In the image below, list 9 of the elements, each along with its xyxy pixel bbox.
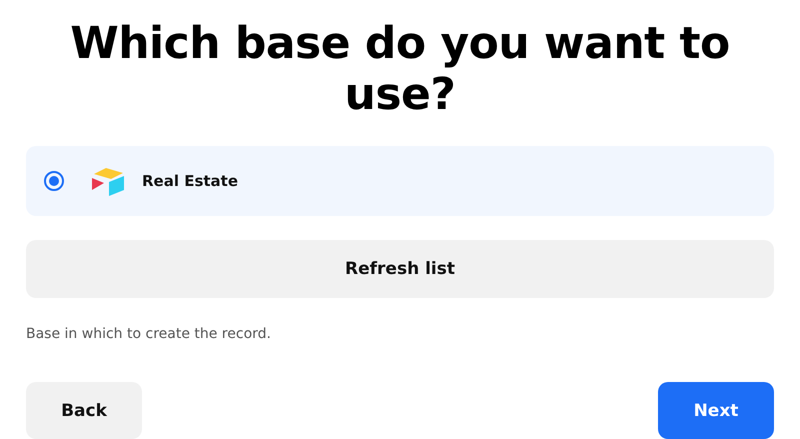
refresh-list-button[interactable]: Refresh list	[26, 240, 774, 298]
cube-logo-icon	[90, 166, 126, 196]
help-text: Base in which to create the record.	[26, 326, 272, 342]
page-title: Which base do you want to use?	[69, 18, 731, 120]
base-name: Real Estate	[142, 172, 238, 190]
next-button[interactable]: Next	[658, 382, 774, 439]
base-option[interactable]: Real Estate	[26, 146, 774, 216]
back-button[interactable]: Back	[26, 382, 142, 439]
radio-button[interactable]	[44, 171, 64, 191]
